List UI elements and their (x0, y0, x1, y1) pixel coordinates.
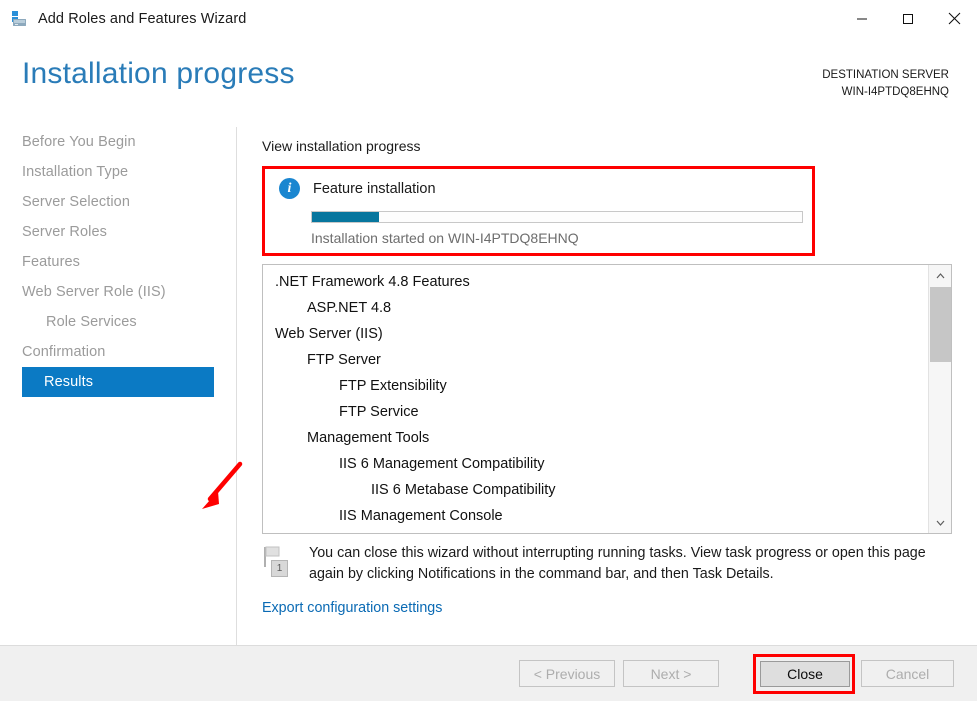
info-icon: i (279, 178, 300, 199)
feature-installation-title: Feature installation (313, 180, 436, 197)
list-item: IIS 6 Metabase Compatibility (371, 482, 556, 498)
feature-installation-header: i Feature installation (279, 178, 436, 199)
sidebar-item-server-roles[interactable]: Server Roles (0, 217, 236, 247)
results-scrollbar[interactable] (928, 265, 951, 533)
list-item: ASP.NET 4.8 (307, 300, 392, 316)
export-configuration-settings-link[interactable]: Export configuration settings (262, 600, 442, 616)
destination-server-block: DESTINATION SERVER WIN-I4PTDQ8EHNQ (822, 67, 949, 101)
sidebar-item-installation-type[interactable]: Installation Type (0, 157, 236, 187)
notification-badge: 1 (271, 560, 288, 577)
destination-server-name: WIN-I4PTDQ8EHNQ (841, 86, 949, 98)
installation-progress-bar (311, 211, 803, 223)
maximize-icon[interactable] (885, 0, 931, 37)
close-button[interactable]: Close (760, 661, 850, 687)
sidebar-item-confirmation[interactable]: Confirmation (0, 337, 236, 367)
list-item: FTP Extensibility (339, 378, 447, 394)
wizard-footer: < Previous Next > Close Cancel (0, 645, 977, 701)
server-roles-icon (9, 9, 29, 29)
installation-progress-fill (312, 212, 379, 222)
list-item: FTP Service (339, 404, 419, 420)
cancel-button[interactable]: Cancel (861, 660, 954, 687)
window-controls (839, 0, 977, 37)
list-item: FTP Server (307, 352, 381, 368)
sidebar-item-web-server-role-iis[interactable]: Web Server Role (IIS) (0, 277, 236, 307)
list-item: .NET Framework 4.8 Features (275, 274, 470, 290)
wizard-sidebar: Before You Begin Installation Type Serve… (0, 127, 243, 645)
sidebar-item-role-services[interactable]: Role Services (0, 307, 236, 337)
wizard-body: Before You Begin Installation Type Serve… (0, 127, 977, 645)
section-label: View installation progress (262, 138, 421, 154)
window-title: Add Roles and Features Wizard (38, 10, 247, 27)
installed-features-list[interactable]: .NET Framework 4.8 Features ASP.NET 4.8 We… (262, 264, 952, 534)
sidebar-item-results[interactable]: Results (22, 367, 214, 397)
previous-button[interactable]: < Previous (519, 660, 615, 687)
list-item: IIS 6 Management Compatibility (339, 456, 545, 472)
list-item: Web Server (IIS) (275, 326, 383, 342)
page-title: Installation progress (22, 57, 295, 90)
next-button[interactable]: Next > (623, 660, 719, 687)
sidebar-item-server-selection[interactable]: Server Selection (0, 187, 236, 217)
minimize-icon[interactable] (839, 0, 885, 37)
sidebar-item-before-you-begin[interactable]: Before You Begin (0, 127, 236, 157)
chevron-up-icon[interactable] (929, 265, 951, 286)
notification-note-text: You can close this wizard without interr… (309, 545, 926, 582)
list-item: IIS Management Console (339, 508, 503, 524)
notification-note: 1 You can close this wizard without inte… (262, 543, 952, 585)
chevron-down-icon[interactable] (929, 512, 951, 533)
page-header: Installation progress DESTINATION SERVER… (0, 37, 977, 127)
installed-features-rows: .NET Framework 4.8 Features ASP.NET 4.8 We… (263, 269, 928, 533)
destination-server-label: DESTINATION SERVER (822, 69, 949, 81)
notification-flag-icon: 1 (262, 545, 292, 579)
installation-status-text: Installation started on WIN-I4PTDQ8EHNQ (311, 230, 579, 246)
list-item: Management Tools (307, 430, 430, 446)
close-icon[interactable] (931, 0, 977, 37)
sidebar-item-features[interactable]: Features (0, 247, 236, 277)
scrollbar-thumb[interactable] (930, 287, 951, 362)
window-titlebar: Add Roles and Features Wizard (0, 0, 977, 38)
feature-installation-panel: i Feature installation Installation star… (262, 166, 815, 256)
wizard-content: View installation progress i Feature ins… (236, 127, 977, 645)
list-item: Management Service (263, 529, 928, 533)
